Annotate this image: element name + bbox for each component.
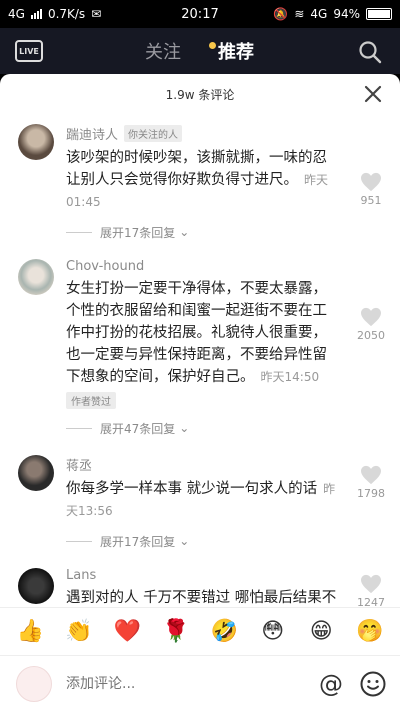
like-count: 1798 xyxy=(357,487,385,500)
comment-item: 蒋丞 你每多学一样本事 就少说一句求人的话 昨天13:56 展开17条回复 ⌄ 17… xyxy=(0,437,400,550)
comment-count-title: 1.9w 条评论 xyxy=(165,87,235,102)
comment-list[interactable]: 踹迪诗人 你关注的人 该吵架的时候吵架，该撕就撕，一味的忍让别人只会觉得你好欺负得… xyxy=(0,114,400,607)
like-button[interactable]: 2050 xyxy=(356,307,386,342)
comment-item: Lans 遇到对的人 千万不要错过 哪怕最后结果不尽人意 但一定要用心对待 千万… xyxy=(0,550,400,607)
close-icon[interactable] xyxy=(364,85,382,103)
top-nav: LIVE 关注 推荐 xyxy=(0,28,400,74)
author-liked-tag: 作者赞过 xyxy=(66,392,116,409)
live-label: LIVE xyxy=(19,46,39,56)
heart-icon xyxy=(361,465,381,485)
mention-icon[interactable]: @ xyxy=(316,670,346,698)
tab-recommended[interactable]: 推荐 xyxy=(218,38,254,64)
avatar[interactable] xyxy=(18,124,54,160)
battery-icon xyxy=(366,8,392,20)
comment-text: 遇到对的人 千万不要错过 哪怕最后结果不尽人意 但一定要用心对待 千万千万不要留… xyxy=(66,590,337,606)
rose-emoji[interactable]: 🌹 xyxy=(162,618,190,646)
comment-input-bar: @ xyxy=(0,655,400,711)
thumbs-up-emoji[interactable]: 👍 xyxy=(16,618,44,646)
expand-replies[interactable]: 展开17条回复 ⌄ xyxy=(66,532,340,550)
followed-badge: 你关注的人 xyxy=(124,125,183,142)
clapping-emoji[interactable]: 👏 xyxy=(65,618,93,646)
expand-replies-label: 展开17条回复 xyxy=(100,225,176,240)
status-bar: 4G 0.7K/s ✉ 20:17 🔕 ≋ 4G 94% xyxy=(0,0,400,28)
emoji-picker-icon[interactable] xyxy=(360,671,386,697)
expand-replies[interactable]: 展开17条回复 ⌄ xyxy=(66,223,340,241)
like-button[interactable]: 951 xyxy=(356,172,386,207)
like-count: 2050 xyxy=(357,329,385,342)
heart-emoji[interactable]: ❤️ xyxy=(113,618,141,646)
comment-username[interactable]: 踹迪诗人 xyxy=(66,124,118,143)
heart-icon xyxy=(361,574,381,594)
search-icon[interactable] xyxy=(358,40,382,64)
avatar[interactable] xyxy=(18,455,54,491)
comment-username[interactable]: Lans xyxy=(66,568,96,583)
expand-replies-label: 展开17条回复 xyxy=(100,534,176,549)
quick-emoji-bar: 👍 👏 ❤️ 🌹 🤣 😳 😁 🤭 xyxy=(0,607,400,655)
chevron-down-icon: ⌄ xyxy=(179,534,190,548)
heart-icon xyxy=(361,172,381,192)
expand-replies[interactable]: 展开47条回复 ⌄ xyxy=(66,419,340,437)
avatar[interactable] xyxy=(18,259,54,295)
comment-item: 踹迪诗人 你关注的人 该吵架的时候吵架，该撕就撕，一味的忍让别人只会觉得你好欺负得… xyxy=(0,114,400,241)
tab-following[interactable]: 关注 xyxy=(145,38,181,64)
like-button[interactable]: 1247 xyxy=(356,574,386,607)
comment-username[interactable]: Chov-hound xyxy=(66,259,144,274)
comment-text: 该吵架的时候吵架，该撕就撕，一味的忍让别人只会觉得你好欺负得寸进尺。 xyxy=(66,150,327,188)
giggle-emoji[interactable]: 🤭 xyxy=(356,618,384,646)
sheet-header: 1.9w 条评论 xyxy=(0,74,400,114)
avatar[interactable] xyxy=(18,568,54,604)
flushed-emoji[interactable]: 😳 xyxy=(259,618,287,646)
comment-text: 你每多学一样本事 就少说一句求人的话 xyxy=(66,481,318,497)
grin-emoji[interactable]: 😁 xyxy=(307,618,335,646)
heart-icon xyxy=(361,307,381,327)
comment-username[interactable]: 蒋丞 xyxy=(66,455,92,474)
like-count: 1247 xyxy=(357,596,385,607)
laughing-emoji[interactable]: 🤣 xyxy=(210,618,238,646)
expand-replies-label: 展开47条回复 xyxy=(100,421,176,436)
clock: 20:17 xyxy=(181,6,219,22)
my-avatar xyxy=(16,665,52,702)
new-content-dot xyxy=(209,42,216,49)
chevron-down-icon: ⌄ xyxy=(179,421,190,435)
comment-input[interactable] xyxy=(66,675,316,692)
comment-time: 昨天14:50 xyxy=(260,370,320,384)
like-button[interactable]: 1798 xyxy=(356,465,386,500)
comment-item: Chov-hound 女生打扮一定要干净得体，不要太暴露，个性的衣服留给和闺蜜一… xyxy=(0,241,400,437)
comment-sheet: 1.9w 条评论 踹迪诗人 你关注的人 该吵架的时候吵架，该撕就撕，一味的忍让别人… xyxy=(0,74,400,711)
live-icon[interactable]: LIVE xyxy=(15,40,43,62)
chevron-down-icon: ⌄ xyxy=(179,225,190,239)
like-count: 951 xyxy=(360,194,382,207)
